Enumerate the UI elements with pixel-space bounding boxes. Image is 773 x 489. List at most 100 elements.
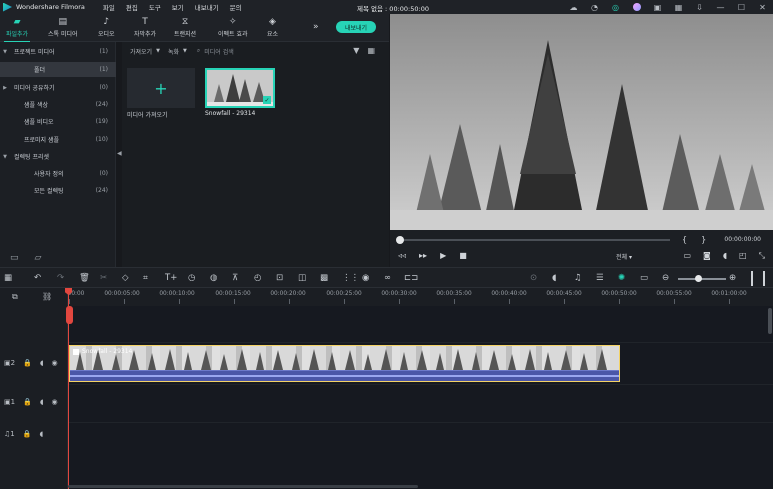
split-screen-icon[interactable]: ⊏⊐	[404, 273, 418, 283]
fit-icon[interactable]: ⊡	[276, 273, 283, 283]
crop-icon[interactable]: ⌗	[143, 273, 148, 283]
stop-icon[interactable]: ■	[459, 251, 467, 260]
video-track-1[interactable]	[68, 384, 773, 422]
quality-dropdown[interactable]: 전체 ▾	[616, 252, 632, 261]
filter-icon[interactable]: ▼	[353, 46, 359, 55]
stabilize-icon[interactable]: ∞	[384, 273, 391, 283]
preview-scrubber[interactable]	[400, 239, 670, 241]
folder-open-icon[interactable]: ▱	[35, 253, 42, 263]
layout-grid-icon[interactable]: ▦	[4, 273, 12, 283]
microphone-icon[interactable]: ♫	[574, 273, 582, 283]
cloud-icon[interactable]: ☁	[569, 3, 578, 12]
display-icon[interactable]: ▭	[683, 251, 691, 261]
mute-icon[interactable]: ◖	[39, 430, 43, 438]
download-icon[interactable]: ⇩	[695, 3, 704, 12]
tool-effects[interactable]: ✧ 이펙트 효과	[218, 17, 248, 38]
in-out-markers[interactable]: {}	[682, 235, 720, 244]
lock-icon[interactable]: 🔒	[23, 430, 32, 438]
ai-icon[interactable]: ✺	[618, 273, 625, 283]
timeline-horizontal-scrollbar[interactable]	[68, 485, 418, 488]
save-icon[interactable]: ▣	[653, 3, 662, 12]
zoom-slider-handle[interactable]	[695, 275, 702, 282]
layout-icon[interactable]: ◰	[739, 251, 747, 261]
bell-icon[interactable]: ◔	[590, 3, 599, 12]
green-screen-icon[interactable]: ▩	[320, 273, 328, 283]
aspect-icon[interactable]: ▭	[640, 273, 648, 283]
frame-forward-icon[interactable]: ▸▸	[419, 251, 427, 260]
eye-icon[interactable]: ◉	[52, 359, 58, 367]
media-thumbnail-snowfall[interactable]: ✓	[205, 68, 275, 108]
audio-adjust-icon[interactable]: ⋮⋮	[342, 273, 359, 283]
grid-view-icon[interactable]: ▦	[367, 46, 375, 55]
audio-track-1[interactable]	[68, 422, 773, 454]
sidebar-item-sample-images[interactable]: 프로미지 샘플 (10)	[0, 132, 116, 147]
snapshot-icon[interactable]: ◙	[703, 251, 711, 261]
captions-icon[interactable]: ☰	[596, 273, 604, 283]
sidebar-item-project-media[interactable]: ▼ 프로젝트 미디어 (1)	[0, 44, 116, 59]
eye-icon[interactable]: ◉	[52, 398, 58, 406]
undo-icon[interactable]: ↶	[34, 273, 41, 283]
zoom-out-icon[interactable]: ⊖	[662, 273, 669, 283]
tool-transitions[interactable]: ⧖ 트랜지션	[174, 17, 196, 38]
tool-audio[interactable]: ♪ 오디오	[98, 17, 115, 38]
add-track-icon[interactable]: ⧉	[12, 292, 18, 302]
scrubber-handle[interactable]	[396, 236, 404, 244]
link-icon[interactable]: ⛓	[42, 292, 52, 301]
color-icon[interactable]: ◍	[210, 273, 217, 283]
timeline-ruler[interactable]: 00:00 00:00:05:00 00:00:10:00 00:00:15:0…	[68, 288, 773, 306]
timeline-clip-snowfall[interactable]: Snowfall - 29314	[69, 345, 620, 382]
menu-help[interactable]: 문의	[230, 2, 242, 12]
redo-icon[interactable]: ↷	[57, 273, 64, 283]
sidebar-item-sample-colors[interactable]: 샘플 색상 (24)	[0, 97, 116, 112]
volume-icon[interactable]: ◖	[723, 251, 727, 261]
speed-icon[interactable]: ◷	[188, 273, 195, 283]
keyframe-icon[interactable]: ⊼	[232, 273, 238, 283]
tool-stock-media[interactable]: ▤ 스톡 미디어	[48, 17, 78, 38]
timeline-tracks[interactable]	[68, 306, 773, 489]
tool-import-media[interactable]: ▰ 파일추가	[3, 17, 31, 43]
export-button[interactable]: 내보내기	[336, 21, 376, 33]
new-folder-icon[interactable]: ▭	[10, 253, 19, 263]
media-search[interactable]: ⌕ 미디어 검색	[197, 47, 234, 56]
menu-view[interactable]: 보기	[172, 2, 184, 12]
menu-file[interactable]: 파일	[103, 2, 115, 12]
zoom-slider[interactable]	[678, 278, 726, 280]
record-dropdown[interactable]: 녹화 ▼	[168, 47, 187, 56]
play-icon[interactable]: ▶	[440, 251, 446, 260]
motion-track-icon[interactable]: ◉	[362, 273, 369, 283]
tag-icon[interactable]: ◇	[122, 273, 129, 283]
grid-icon[interactable]: ▦	[674, 3, 683, 12]
zoom-in-icon[interactable]: ⊕	[729, 273, 736, 283]
avatar-icon[interactable]	[632, 3, 641, 12]
mask-icon[interactable]: ◫	[298, 273, 306, 283]
sidebar-item-custom[interactable]: 사용자 정의 (0)	[0, 166, 116, 181]
timer-icon[interactable]: ◴	[254, 273, 261, 283]
sidebar-item-shared-media[interactable]: ▶ 미디어 공유하기 (0)	[0, 80, 116, 95]
sidebar-item-presets[interactable]: ▼ 컬렉팅 프리셋	[0, 149, 116, 164]
import-media-button[interactable]: +	[127, 68, 195, 108]
lock-icon[interactable]: 🔒	[23, 398, 32, 406]
text-icon[interactable]: T+	[165, 273, 177, 283]
sidebar-item-folder[interactable]: 폴더 (1)	[0, 62, 116, 77]
fullscreen-icon[interactable]: ⤡	[759, 251, 765, 261]
collapse-sidebar-icon[interactable]: ◀	[117, 150, 122, 157]
sidebar-item-all-collections[interactable]: 모든 컬렉팅 (24)	[0, 183, 116, 198]
tool-elements[interactable]: ◈ 요소	[267, 17, 278, 38]
menu-edit[interactable]: 편집	[126, 2, 138, 12]
delete-icon[interactable]: 🗑	[79, 273, 90, 283]
render-icon[interactable]: ⊙	[530, 273, 537, 283]
lock-icon[interactable]: 🔒	[23, 359, 32, 367]
search-input[interactable]: 미디어 검색	[204, 47, 234, 56]
marker-icon[interactable]: ◖	[552, 273, 556, 283]
playhead[interactable]	[68, 288, 69, 489]
preview-player[interactable]	[390, 14, 773, 230]
cut-icon[interactable]: ✂	[100, 273, 107, 283]
step-back-icon[interactable]: ◃◃	[398, 251, 406, 260]
timeline-vertical-scrollbar[interactable]	[768, 308, 772, 334]
support-icon[interactable]: ◎	[611, 3, 620, 12]
tool-titles[interactable]: T 자막추가	[134, 17, 156, 38]
mute-icon[interactable]: ◖	[40, 359, 44, 367]
maximize-icon[interactable]: ☐	[737, 3, 746, 12]
more-tools-icon[interactable]: »	[313, 22, 319, 32]
timeline-layout-icon[interactable]	[751, 271, 765, 286]
